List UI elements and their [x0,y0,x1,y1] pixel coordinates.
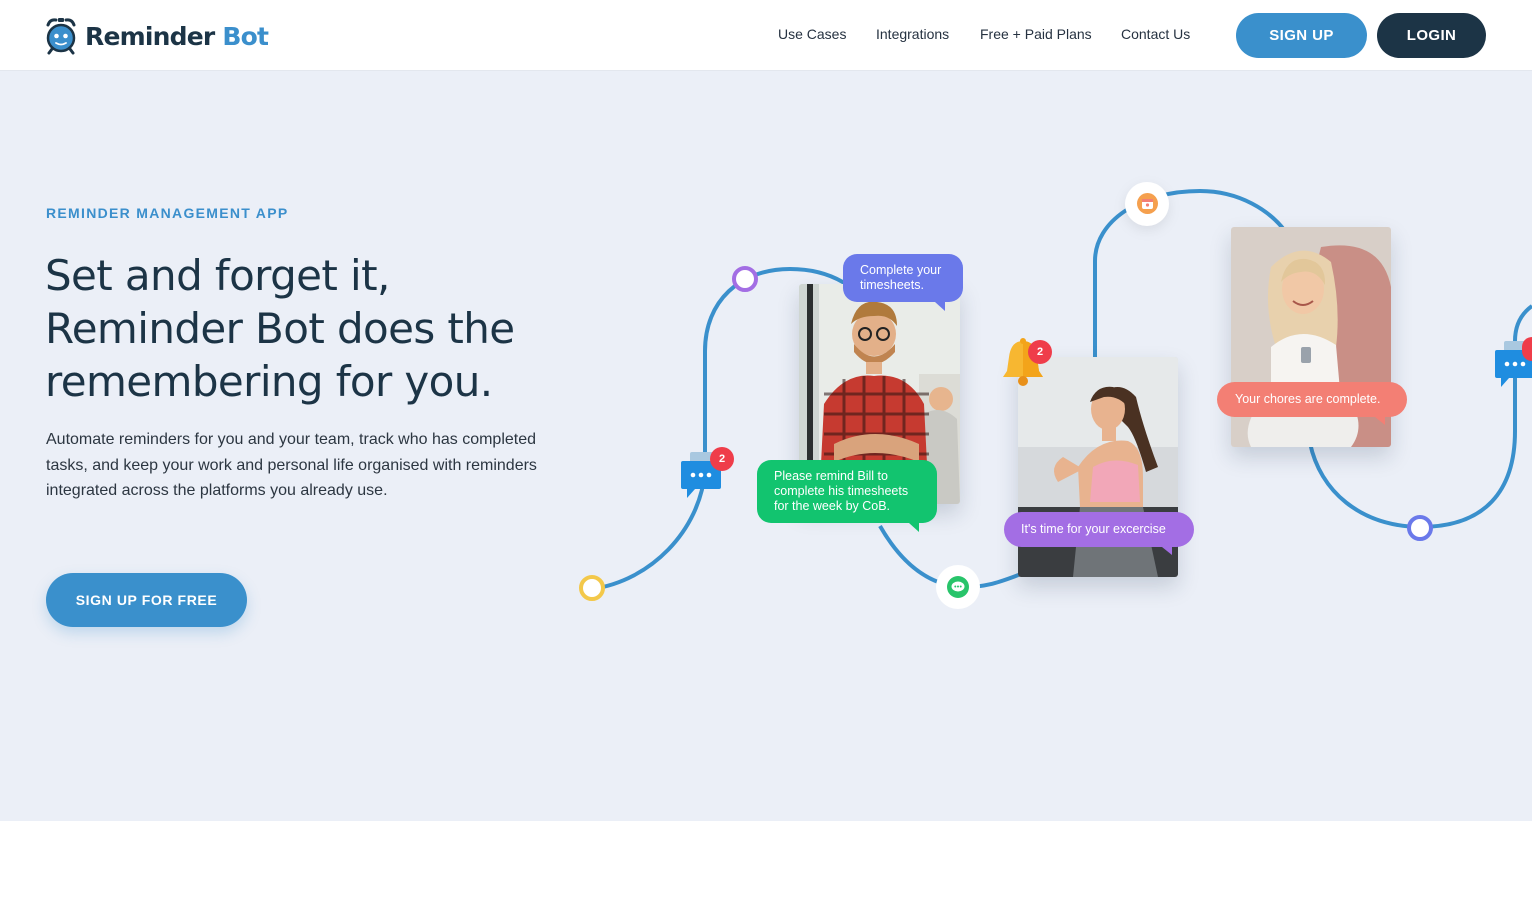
brand-name: Reminder Bot [85,21,269,51]
nav-contact[interactable]: Contact Us [1121,26,1190,42]
calendar-icon [1137,193,1158,214]
path-node-yellow [579,575,605,601]
alarm-clock-logo-icon [46,18,76,55]
path-node-indigo [1407,515,1433,541]
nav-use-cases[interactable]: Use Cases [778,26,846,42]
chat-notification-badge: 2 [710,447,734,471]
signup-free-button[interactable]: SIGN UP FOR FREE [46,573,247,627]
signup-button[interactable]: SIGN UP [1236,13,1367,58]
bubble-exercise: It's time for your excercise [1004,512,1194,555]
site-header: Reminder Bot Use Cases Integrations Free… [0,0,1532,71]
bubble-remind-bill: Please remind Bill to complete his times… [757,460,937,532]
bubble-timesheets: Complete your timesheets. [843,254,963,311]
bubble-chores: Your chores are complete. [1217,382,1407,425]
hero-section: Complete your timesheets. Please remind … [0,71,1532,821]
path-node-purple [732,266,758,292]
hero-headline: Set and forget it, Reminder Bot does the… [45,251,515,406]
hero-eyebrow: REMINDER MANAGEMENT APP [46,205,289,221]
logo[interactable]: Reminder Bot [45,16,269,56]
chat-right-badge [1522,337,1532,361]
login-button[interactable]: LOGIN [1377,13,1486,58]
bell-notification-badge: 2 [1028,340,1052,364]
nav-plans[interactable]: Free + Paid Plans [980,26,1092,42]
hero-description: Automate reminders for you and your team… [46,431,537,499]
message-icon [947,576,969,598]
nav-integrations[interactable]: Integrations [876,26,949,42]
